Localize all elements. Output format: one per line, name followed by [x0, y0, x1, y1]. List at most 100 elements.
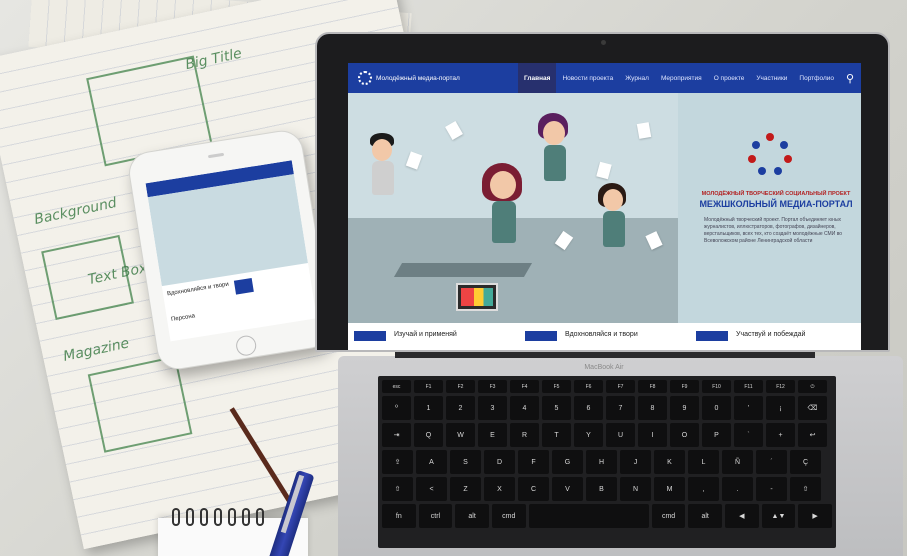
nav-item[interactable]: Новости проекта — [556, 63, 619, 93]
nav-item[interactable]: Мероприятия — [655, 63, 708, 93]
keyboard-key[interactable]: ▲▼ — [761, 504, 796, 528]
keyboard-key[interactable]: ⇪ — [382, 450, 413, 474]
keyboard-key[interactable]: F10 — [702, 380, 731, 393]
phone-screen[interactable]: Вдохновляйся и твори Персона — [145, 160, 317, 342]
keyboard-key[interactable]: 2 — [446, 396, 475, 420]
camera-icon — [601, 40, 606, 45]
keyboard-key[interactable]: 5 — [542, 396, 571, 420]
keyboard-key[interactable]: F — [518, 450, 549, 474]
keyboard-key[interactable]: X — [484, 477, 515, 501]
keyboard-key[interactable]: 7 — [606, 396, 635, 420]
feature-icon — [525, 331, 557, 341]
keyboard-key[interactable]: S — [450, 450, 481, 474]
keyboard-key[interactable]: ⇥ — [382, 423, 411, 447]
keyboard-key[interactable]: U — [606, 423, 635, 447]
keyboard-key[interactable]: 1 — [414, 396, 443, 420]
nav-item[interactable]: О проекте — [708, 63, 751, 93]
keyboard-key[interactable]: F4 — [510, 380, 539, 393]
keyboard-key[interactable]: esc — [382, 380, 411, 393]
keyboard-key[interactable]: M — [654, 477, 685, 501]
keyboard-key[interactable]: + — [766, 423, 795, 447]
keyboard-key[interactable]: Z — [450, 477, 481, 501]
hero-banner: МОЛОДЁЖНЫЙ ТВОРЧЕСКИЙ СОЦИАЛЬНЫЙ ПРОЕКТ … — [348, 93, 861, 323]
keyboard-key[interactable]: R — [510, 423, 539, 447]
nav-item[interactable]: Портфолио — [793, 63, 840, 93]
keyboard-key[interactable]: cmd — [651, 504, 686, 528]
keyboard-key[interactable]: V — [552, 477, 583, 501]
keyboard-key[interactable]: J — [620, 450, 651, 474]
keyboard-key[interactable]: ⌫ — [798, 396, 827, 420]
keyboard-key[interactable]: 8 — [638, 396, 667, 420]
keyboard-key[interactable]: ⇧ — [790, 477, 821, 501]
keyboard: esc F1 F2 F3 F4 F5 F6 F7 F8 F9 F10 F11 F12 ⏻ º 1 2 3 4 5 6 7 8… — [378, 376, 836, 548]
keyboard-key[interactable]: L — [688, 450, 719, 474]
keyboard-key[interactable]: F6 — [574, 380, 603, 393]
keyboard-key[interactable]: F5 — [542, 380, 571, 393]
keyboard-key[interactable]: º — [382, 396, 411, 420]
keyboard-key[interactable]: K — [654, 450, 685, 474]
keyboard-key[interactable]: , — [688, 477, 719, 501]
keyboard-key[interactable]: 3 — [478, 396, 507, 420]
keyboard-key[interactable]: ⇧ — [382, 477, 413, 501]
keyboard-key[interactable]: Ñ — [722, 450, 753, 474]
keyboard-key[interactable]: alt — [455, 504, 489, 528]
keyboard-key[interactable]: Ç — [790, 450, 821, 474]
keyboard-key[interactable] — [528, 504, 649, 528]
keyboard-key[interactable]: N — [620, 477, 651, 501]
keyboard-key[interactable]: - — [756, 477, 787, 501]
keyboard-key[interactable]: ▶ — [798, 504, 832, 528]
keyboard-key[interactable]: cmd — [491, 504, 526, 528]
keyboard-key[interactable]: Q — [414, 423, 443, 447]
feature-learn[interactable]: Изучай и применяй — [348, 323, 519, 350]
keyboard-key[interactable]: A — [416, 450, 447, 474]
keyboard-key[interactable]: ◀ — [725, 504, 759, 528]
keyboard-key[interactable]: 0 — [702, 396, 731, 420]
nav-item[interactable]: Участники — [750, 63, 793, 93]
keyboard-key[interactable]: F9 — [670, 380, 699, 393]
keyboard-key[interactable]: F8 — [638, 380, 667, 393]
nav-item[interactable]: Журнал — [619, 63, 655, 93]
site-logo[interactable]: Молодёжный медиа-портал — [358, 71, 508, 85]
keyboard-key[interactable]: F2 — [446, 380, 475, 393]
keyboard-key[interactable]: ` — [734, 423, 763, 447]
keyboard-key[interactable]: H — [586, 450, 617, 474]
keyboard-key[interactable]: I — [638, 423, 667, 447]
keyboard-key[interactable]: F3 — [478, 380, 507, 393]
keyboard-key[interactable]: 9 — [670, 396, 699, 420]
keyboard-key[interactable]: alt — [688, 504, 723, 528]
home-button[interactable] — [234, 334, 258, 358]
keyboard-key[interactable]: < — [416, 477, 447, 501]
nav-item[interactable]: Главная — [518, 63, 557, 93]
feature-create[interactable]: Вдохновляйся и твори — [519, 323, 690, 350]
keyboard-key[interactable]: fn — [382, 504, 416, 528]
keyboard-key[interactable]: F1 — [414, 380, 443, 393]
keyboard-key[interactable]: ctrl — [418, 504, 453, 528]
keyboard-key[interactable]: Y — [574, 423, 603, 447]
keyboard-key[interactable]: C — [518, 477, 549, 501]
keyboard-key[interactable]: E — [478, 423, 507, 447]
feature-win[interactable]: Участвуй и побеждай — [690, 323, 861, 350]
keyboard-key[interactable]: B — [586, 477, 617, 501]
keyboard-key[interactable]: P — [702, 423, 731, 447]
keyboard-key[interactable]: O — [670, 423, 699, 447]
search-icon[interactable]: ⚲ — [846, 72, 854, 85]
phone-feature-label: Вдохновляйся и твори — [166, 281, 230, 298]
keyboard-key[interactable]: ¡ — [766, 396, 795, 420]
keyboard-key[interactable]: F11 — [734, 380, 763, 393]
keyboard-key[interactable]: G — [552, 450, 583, 474]
keyboard-key[interactable]: ↩ — [798, 423, 827, 447]
keyboard-key[interactable]: D — [484, 450, 515, 474]
keyboard-key[interactable]: . — [722, 477, 753, 501]
keyboard-key[interactable]: F7 — [606, 380, 635, 393]
keyboard-key[interactable]: F12 — [766, 380, 795, 393]
keyboard-key[interactable]: 6 — [574, 396, 603, 420]
keyboard-key[interactable]: ⏻ — [798, 380, 827, 393]
keyboard-key[interactable]: ´ — [756, 450, 787, 474]
keyboard-key[interactable]: W — [446, 423, 475, 447]
keyboard-key[interactable]: T — [542, 423, 571, 447]
project-emblem-icon — [748, 133, 792, 177]
keyboard-key[interactable]: ' — [734, 396, 763, 420]
phone-feature-label: Персона — [170, 313, 196, 324]
keyboard-key[interactable]: 4 — [510, 396, 539, 420]
site-menu: Главная Новости проекта Журнал Мероприятия О… — [518, 63, 840, 93]
